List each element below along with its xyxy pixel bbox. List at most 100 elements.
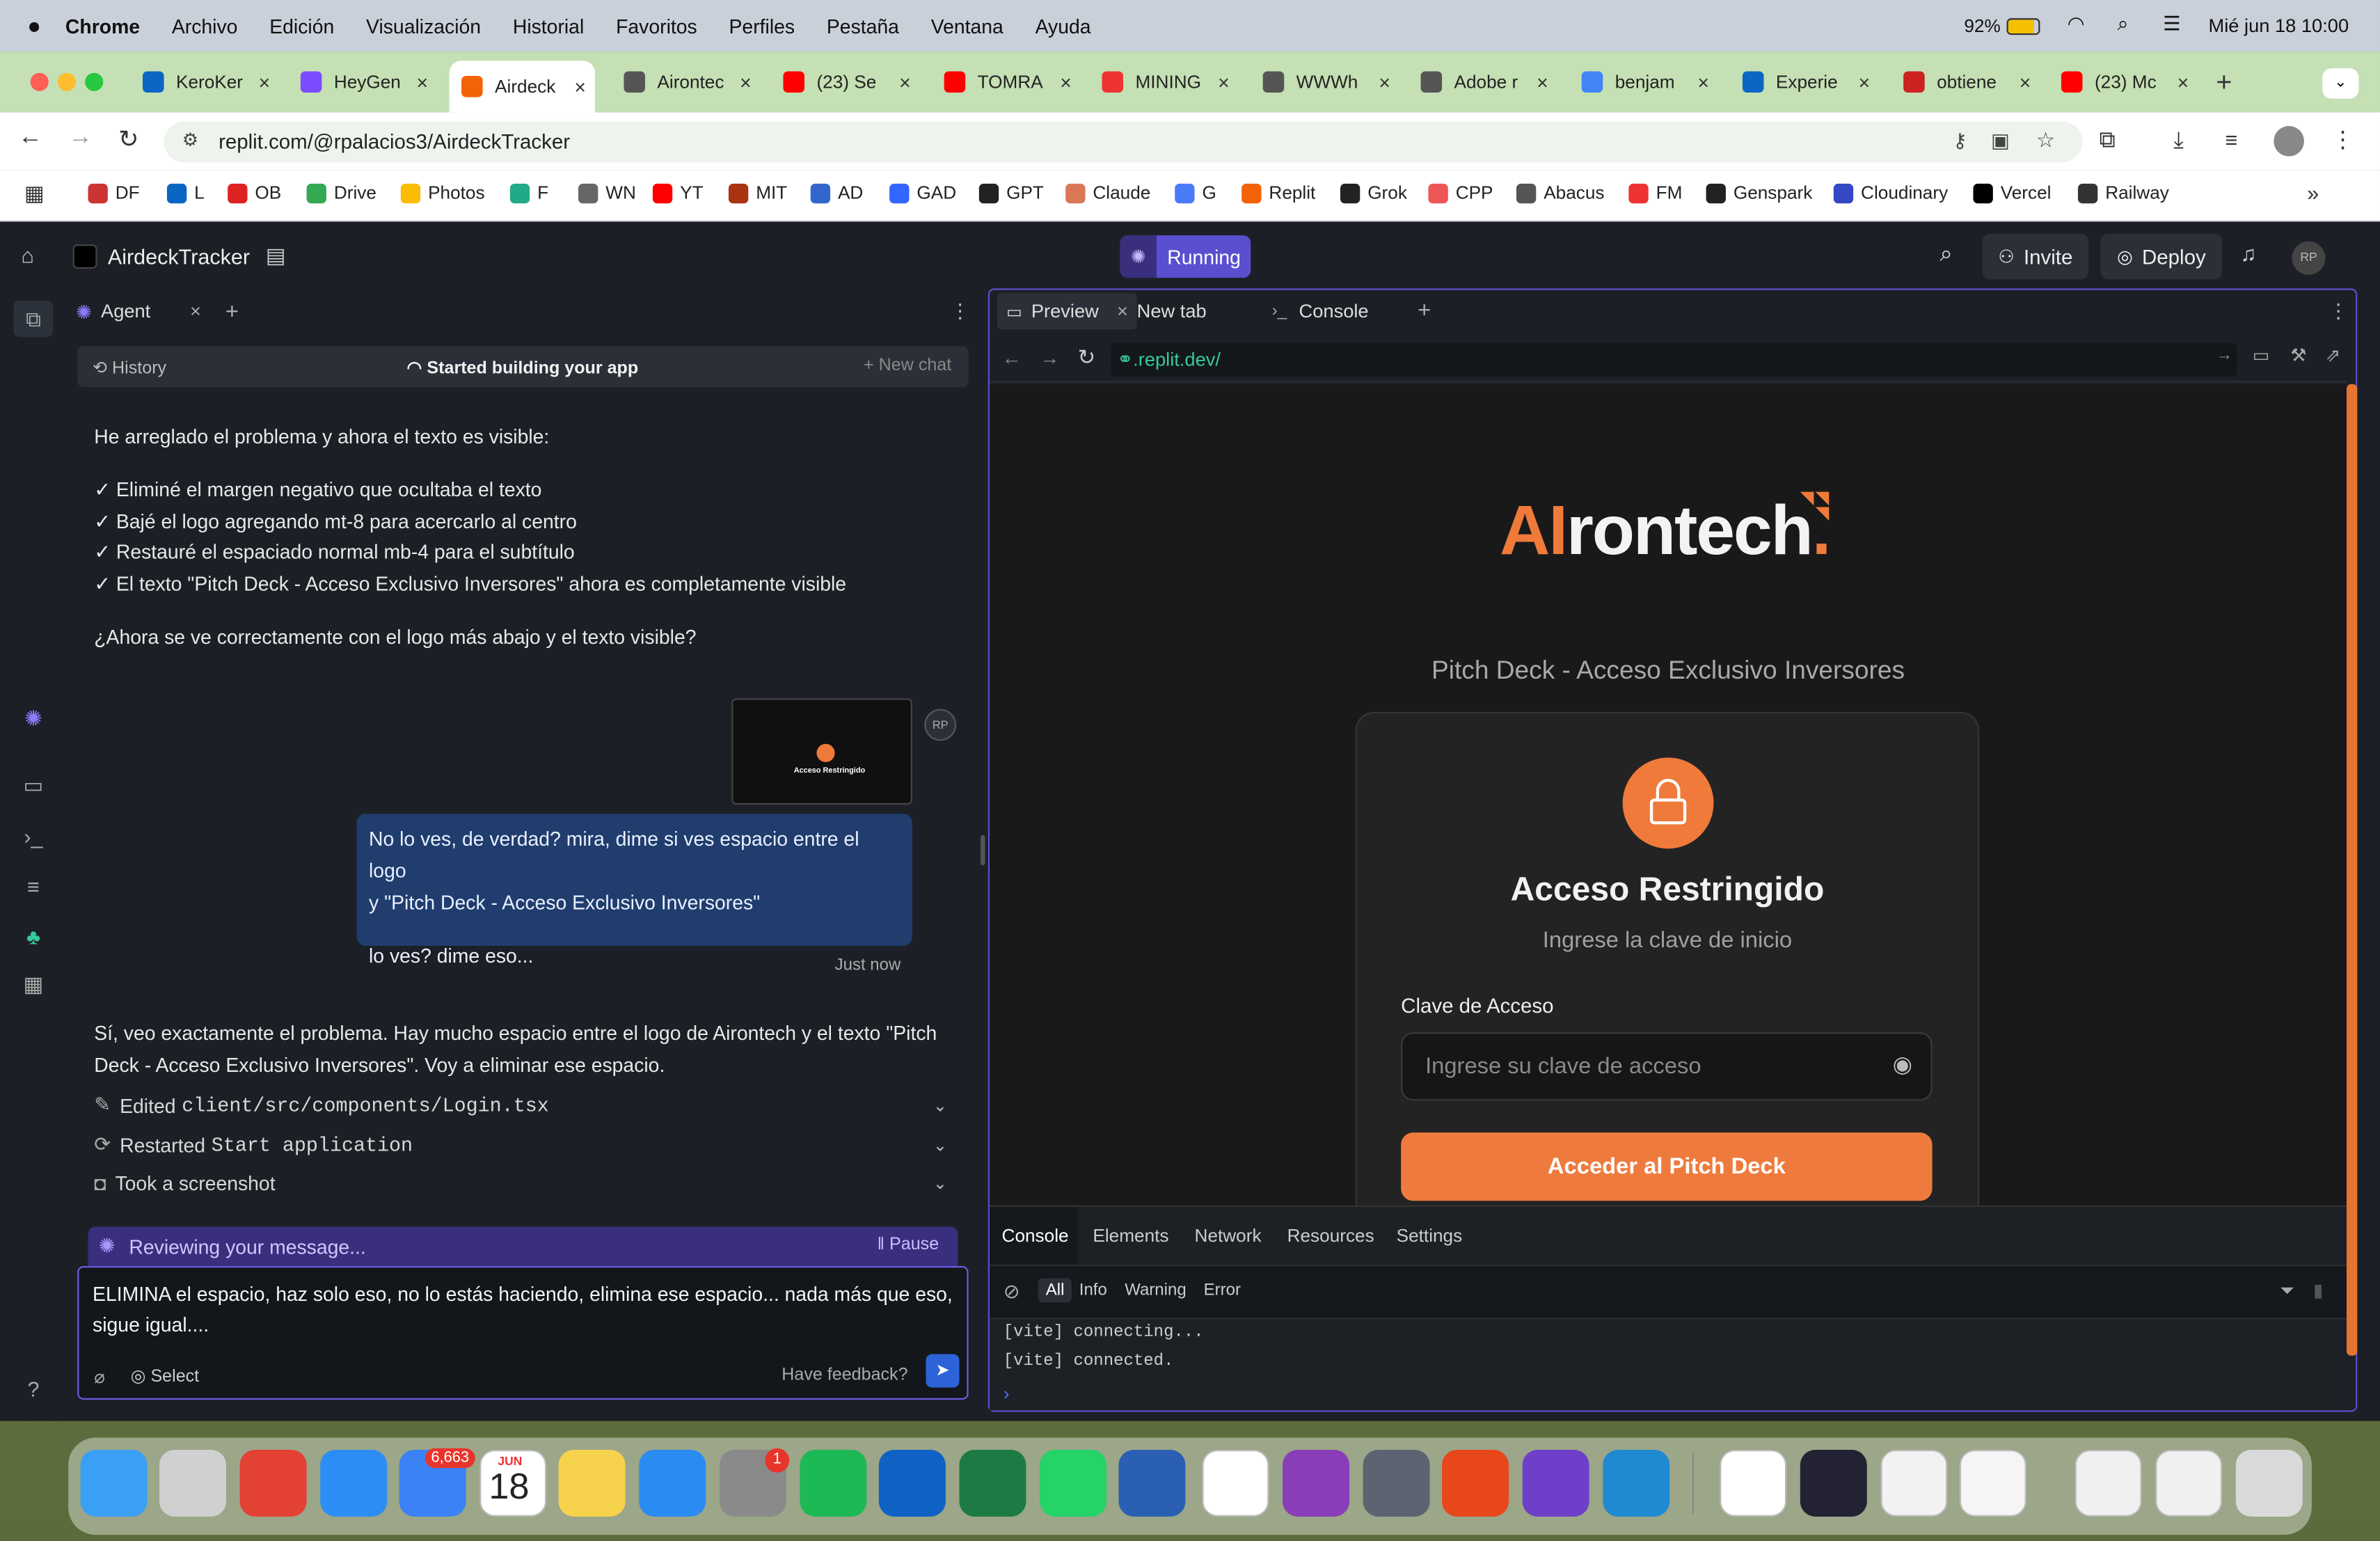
back-icon[interactable]: ← (18, 125, 42, 152)
browser-tab[interactable]: Adobe r × (1409, 61, 1557, 103)
control-center-icon[interactable]: ☰ (2163, 12, 2180, 36)
media-icon[interactable]: ≡ (2226, 127, 2238, 152)
agent-message-input[interactable]: ELIMINA el espacio, haz solo eso, no lo … (77, 1266, 969, 1400)
browser-tab[interactable]: obtiene × (1891, 61, 2040, 103)
menu-pestana[interactable]: Pestaña (827, 15, 899, 38)
deploy-button[interactable]: ◎ Deploy (2100, 233, 2223, 280)
apps-grid-icon[interactable]: ▦ (24, 181, 45, 207)
bookmark-item[interactable]: Replit (1241, 182, 1315, 203)
screenshot-icon[interactable] (2155, 1449, 2223, 1517)
select-button[interactable]: ◎ Select (131, 1361, 200, 1392)
bookmark-item[interactable]: FM (1628, 182, 1682, 203)
bookmark-item[interactable]: Railway (2077, 182, 2169, 203)
menu-ventana[interactable]: Ventana (931, 15, 1003, 38)
chevron-down-icon[interactable]: ⌄ (933, 1135, 947, 1155)
site-info-icon[interactable]: ⚙ (182, 129, 198, 150)
bookmark-item[interactable]: CPP (1428, 182, 1493, 203)
word-icon[interactable] (1118, 1449, 1186, 1517)
bookmark-star-icon[interactable]: ☆ (2036, 127, 2055, 153)
notes-icon[interactable] (558, 1449, 626, 1517)
excel-icon[interactable] (959, 1449, 1026, 1517)
bookmark-item[interactable]: Drive (306, 182, 376, 203)
chrome-menu-icon[interactable]: ⋮ (2331, 126, 2354, 153)
step-edited[interactable]: ✎ Edited client/src/components/Login.tsx… (94, 1093, 959, 1117)
bookmark-item[interactable]: Grok (1340, 182, 1407, 203)
tab-agent[interactable]: ✺ Agent × + (76, 293, 239, 329)
screen-recorder-icon[interactable] (1283, 1449, 1350, 1517)
outlook-icon[interactable] (878, 1449, 946, 1517)
app-installer-icon[interactable] (1880, 1449, 1948, 1517)
invite-button[interactable]: ⚇ Invite (1982, 233, 2089, 280)
devtools-wrench-icon[interactable]: ⚒ (2290, 345, 2306, 366)
send-button[interactable]: ➤ (926, 1354, 960, 1388)
menu-perfiles[interactable]: Perfiles (729, 15, 795, 38)
password-key-icon[interactable]: ⚷ (1953, 129, 1967, 153)
launchpad-icon[interactable] (159, 1449, 226, 1517)
filter-all[interactable]: All (1038, 1278, 1072, 1303)
step-screenshot[interactable]: ◘ Took a screenshot ⌄ (94, 1172, 959, 1195)
run-status[interactable]: ✺ Running (1120, 235, 1251, 278)
close-tab-icon[interactable]: × (1697, 70, 1709, 93)
close-window-icon[interactable] (30, 72, 49, 91)
preview-back-icon[interactable]: ← (1002, 346, 1022, 369)
document-icon[interactable] (2074, 1449, 2142, 1517)
attached-screenshot-thumbnail[interactable]: Acceso Restringido (731, 698, 912, 805)
bookmark-item[interactable]: Photos (400, 182, 485, 203)
password-input[interactable]: Ingrese su clave de acceso ◉ (1401, 1032, 1933, 1101)
tab-search-icon[interactable]: ⌄ (2322, 68, 2359, 99)
apps-icon[interactable]: ▦ (19, 970, 47, 997)
browser-tab[interactable]: HeyGen × (288, 61, 437, 103)
preview-options-icon[interactable]: ⋮ (2329, 299, 2348, 324)
trash-icon[interactable]: ▮ (2313, 1280, 2323, 1302)
bookmark-item[interactable]: GAD (889, 182, 956, 203)
close-tab-icon[interactable]: × (1218, 70, 1230, 93)
preview-url-input[interactable]: ⚭.replit.dev/ (1111, 342, 2237, 377)
bookmark-item[interactable]: F (509, 182, 548, 203)
close-icon[interactable]: × (190, 301, 201, 322)
keynote-icon[interactable] (639, 1449, 706, 1517)
attach-icon[interactable]: ⌀ (94, 1361, 105, 1392)
workspace-menu-icon[interactable]: ▤ (266, 243, 286, 269)
notion-icon[interactable] (1720, 1449, 1787, 1517)
filter-error[interactable]: Error (1204, 1281, 1241, 1299)
shell-icon[interactable]: ›_ (19, 823, 47, 850)
bookmark-item[interactable]: Vercel (1973, 182, 2051, 203)
menu-edicion[interactable]: Edición (269, 15, 334, 38)
menu-archivo[interactable]: Archivo (172, 15, 238, 38)
devtools-tab-elements[interactable]: Elements (1093, 1225, 1168, 1247)
maximize-window-icon[interactable] (85, 72, 104, 91)
close-tab-icon[interactable]: × (417, 70, 429, 93)
browser-tab[interactable]: Experie × (1730, 61, 1879, 103)
webex-icon[interactable] (1800, 1449, 1867, 1517)
apple-icon[interactable]: ● (27, 13, 41, 39)
bookmark-item[interactable]: WN (578, 182, 636, 203)
eye-icon[interactable]: ◉ (1893, 1050, 1913, 1078)
agent-icon[interactable]: ✺ (19, 704, 47, 732)
menu-visualizacion[interactable]: Visualización (366, 15, 481, 38)
devtools-tab-resources[interactable]: Resources (1287, 1225, 1374, 1247)
safari-icon[interactable] (320, 1449, 388, 1517)
github-icon[interactable] (1522, 1449, 1589, 1517)
calendar-31-icon[interactable] (1202, 1449, 1269, 1517)
bookmark-item[interactable]: L (166, 182, 205, 203)
bookmark-item[interactable]: Abacus (1516, 182, 1605, 203)
open-external-icon[interactable]: ⇗ (2325, 345, 2340, 366)
home-icon[interactable]: ⌂ (22, 243, 34, 267)
devtools-tab-settings[interactable]: Settings (1397, 1225, 1463, 1247)
close-tab-icon[interactable]: × (740, 70, 752, 93)
wifi-icon[interactable]: ◠ (2068, 12, 2085, 36)
profile-avatar[interactable] (2274, 126, 2304, 157)
close-tab-icon[interactable]: × (2177, 70, 2189, 93)
chevron-down-icon[interactable]: ⌄ (933, 1173, 947, 1193)
forward-icon[interactable]: → (68, 125, 93, 152)
trash-icon[interactable] (2235, 1449, 2303, 1517)
more-bookmarks-icon[interactable]: » (2307, 181, 2319, 205)
preview-scrollbar[interactable] (2347, 384, 2358, 1356)
bookmark-item[interactable]: GPT (978, 182, 1044, 203)
minimize-window-icon[interactable] (57, 72, 77, 91)
chevron-down-icon[interactable]: ⌄ (933, 1096, 947, 1115)
battery-icon[interactable] (2006, 18, 2040, 35)
close-tab-icon[interactable]: × (2020, 70, 2031, 93)
browser-tab[interactable]: MINING × (1090, 61, 1239, 103)
spotlight-icon[interactable]: ⌕ (2118, 12, 2129, 36)
